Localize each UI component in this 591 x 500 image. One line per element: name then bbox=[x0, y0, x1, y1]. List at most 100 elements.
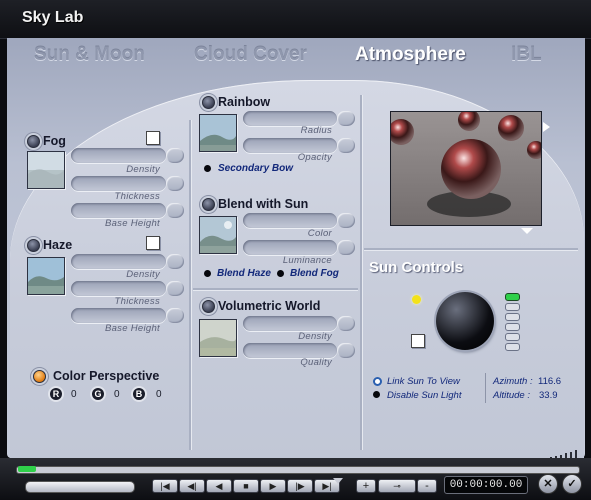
key-icon[interactable]: ⊸ bbox=[378, 479, 416, 493]
fog-density-label: Density bbox=[126, 164, 160, 175]
tab-atmosphere[interactable]: Atmosphere bbox=[355, 44, 466, 66]
column-divider-left bbox=[189, 120, 191, 450]
preview-next-arrow-icon[interactable] bbox=[543, 122, 550, 132]
secondary-bow-label[interactable]: Secondary Bow bbox=[218, 163, 293, 174]
fog-checkbox[interactable] bbox=[146, 131, 160, 145]
link-sun-to-view-radio[interactable] bbox=[373, 377, 382, 386]
haze-density-knob[interactable] bbox=[166, 254, 184, 269]
fog-thickness-slider[interactable] bbox=[71, 176, 166, 191]
fog-base-height-knob[interactable] bbox=[166, 203, 184, 218]
haze-preview-thumbnail[interactable] bbox=[27, 257, 65, 295]
blend-luminance-slider[interactable] bbox=[243, 240, 337, 255]
remove-keyframe-button[interactable]: - bbox=[417, 479, 437, 493]
blend-color-label: Color bbox=[307, 228, 332, 239]
preview-dropdown-arrow-icon[interactable] bbox=[521, 228, 533, 234]
go-to-start-button[interactable]: |◀ bbox=[152, 479, 178, 493]
cancel-button[interactable]: ✕ bbox=[538, 474, 558, 494]
tab-sun-and-moon[interactable]: Sun & Moon bbox=[34, 44, 145, 66]
rainbow-opacity-knob[interactable] bbox=[337, 138, 355, 153]
sun-intensity-level-1[interactable] bbox=[505, 293, 520, 301]
volumetric-world-preview-thumbnail[interactable] bbox=[199, 319, 237, 357]
timeline-scrubber[interactable] bbox=[16, 466, 580, 474]
rainbow-radius-label: Radius bbox=[300, 125, 332, 136]
haze-radio[interactable] bbox=[27, 239, 40, 252]
blend-fog-radio[interactable] bbox=[277, 270, 284, 277]
azimuth-value[interactable]: 116.6 bbox=[538, 376, 561, 387]
frame-indicator-strip[interactable] bbox=[25, 481, 135, 493]
blend-luminance-knob[interactable] bbox=[337, 240, 355, 255]
haze-checkbox[interactable] bbox=[146, 236, 160, 250]
time-display-field[interactable]: 00:00:00.00 bbox=[444, 476, 528, 494]
blue-channel-button[interactable]: B bbox=[133, 388, 145, 400]
fog-label: Fog bbox=[43, 134, 66, 148]
sun-intensity-level-3[interactable] bbox=[505, 313, 520, 321]
link-sun-to-view-label[interactable]: Link Sun To View bbox=[387, 376, 460, 387]
secondary-bow-radio[interactable] bbox=[204, 165, 211, 172]
haze-density-slider[interactable] bbox=[71, 254, 166, 269]
blend-fog-label[interactable]: Blend Fog bbox=[290, 268, 339, 279]
previous-keyframe-button[interactable]: ◀| bbox=[179, 479, 205, 493]
fog-density-knob[interactable] bbox=[166, 148, 184, 163]
sun-intensity-level-6[interactable] bbox=[505, 343, 520, 351]
sun-intensity-level-2[interactable] bbox=[505, 303, 520, 311]
rainbow-radius-slider[interactable] bbox=[243, 111, 337, 126]
fog-density-slider[interactable] bbox=[71, 148, 166, 163]
green-channel-button[interactable]: G bbox=[92, 388, 104, 400]
tab-cloud-cover[interactable]: Cloud Cover bbox=[194, 44, 307, 66]
rainbow-radius-knob[interactable] bbox=[337, 111, 355, 126]
play-button[interactable]: ▶ bbox=[260, 479, 286, 493]
color-perspective-radio[interactable] bbox=[33, 370, 46, 383]
title-bar: Sky Lab bbox=[0, 0, 591, 39]
haze-thickness-slider[interactable] bbox=[71, 281, 166, 296]
azimuth-label: Azimuth : bbox=[493, 376, 533, 387]
volumetric-quality-knob[interactable] bbox=[337, 343, 355, 358]
sun-toggle-checkbox[interactable] bbox=[411, 334, 425, 348]
blend-with-sun-radio[interactable] bbox=[202, 198, 215, 211]
fog-preview-thumbnail[interactable] bbox=[27, 151, 65, 189]
rainbow-preview-thumbnail[interactable] bbox=[199, 114, 237, 152]
sky-preview-render bbox=[390, 111, 542, 226]
sun-intensity-level-5[interactable] bbox=[505, 333, 520, 341]
haze-thickness-knob[interactable] bbox=[166, 281, 184, 296]
red-channel-value: 0 bbox=[71, 389, 77, 400]
haze-base-height-slider[interactable] bbox=[71, 308, 166, 323]
fog-thickness-label: Thickness bbox=[114, 191, 160, 202]
blend-haze-radio[interactable] bbox=[204, 270, 211, 277]
confirm-button[interactable]: ✓ bbox=[562, 474, 582, 494]
rainbow-radio[interactable] bbox=[202, 96, 215, 109]
timeline-playhead[interactable] bbox=[18, 466, 36, 472]
step-back-button[interactable]: ◀ bbox=[206, 479, 232, 493]
haze-base-height-knob[interactable] bbox=[166, 308, 184, 323]
volumetric-density-knob[interactable] bbox=[337, 316, 355, 331]
sun-position-trackball[interactable] bbox=[436, 292, 494, 350]
red-channel-button[interactable]: R bbox=[50, 388, 62, 400]
disable-sun-light-label[interactable]: Disable Sun Light bbox=[387, 390, 461, 401]
blend-with-sun-preview-thumbnail[interactable] bbox=[199, 216, 237, 254]
blend-color-knob[interactable] bbox=[337, 213, 355, 228]
add-keyframe-button[interactable]: + bbox=[356, 479, 376, 493]
next-keyframe-button[interactable]: |▶ bbox=[287, 479, 313, 493]
resize-grip-icon[interactable] bbox=[548, 447, 578, 460]
stop-button[interactable]: ■ bbox=[233, 479, 259, 493]
sun-intensity-level-4[interactable] bbox=[505, 323, 520, 331]
volumetric-density-label: Density bbox=[298, 331, 332, 342]
disable-sun-light-radio[interactable] bbox=[373, 391, 380, 398]
sun-indicator-icon bbox=[412, 295, 421, 304]
blue-channel-value: 0 bbox=[156, 389, 162, 400]
playback-options-arrow-icon[interactable] bbox=[333, 478, 343, 484]
volumetric-quality-label: Quality bbox=[300, 357, 332, 368]
blend-haze-label[interactable]: Blend Haze bbox=[217, 268, 271, 279]
tab-ibl[interactable]: IBL bbox=[511, 44, 542, 66]
fog-base-height-label: Base Height bbox=[104, 218, 160, 229]
altitude-label: Altitude : bbox=[493, 390, 530, 401]
fog-base-height-slider[interactable] bbox=[71, 203, 166, 218]
volumetric-quality-slider[interactable] bbox=[243, 343, 337, 358]
volumetric-density-slider[interactable] bbox=[243, 316, 337, 331]
rainbow-opacity-slider[interactable] bbox=[243, 138, 337, 153]
fog-radio[interactable] bbox=[27, 135, 40, 148]
fog-thickness-knob[interactable] bbox=[166, 176, 184, 191]
volumetric-world-radio[interactable] bbox=[202, 300, 215, 313]
blend-luminance-label: Luminance bbox=[282, 255, 332, 266]
blend-color-slider[interactable] bbox=[243, 213, 337, 228]
altitude-value[interactable]: 33.9 bbox=[539, 390, 558, 401]
